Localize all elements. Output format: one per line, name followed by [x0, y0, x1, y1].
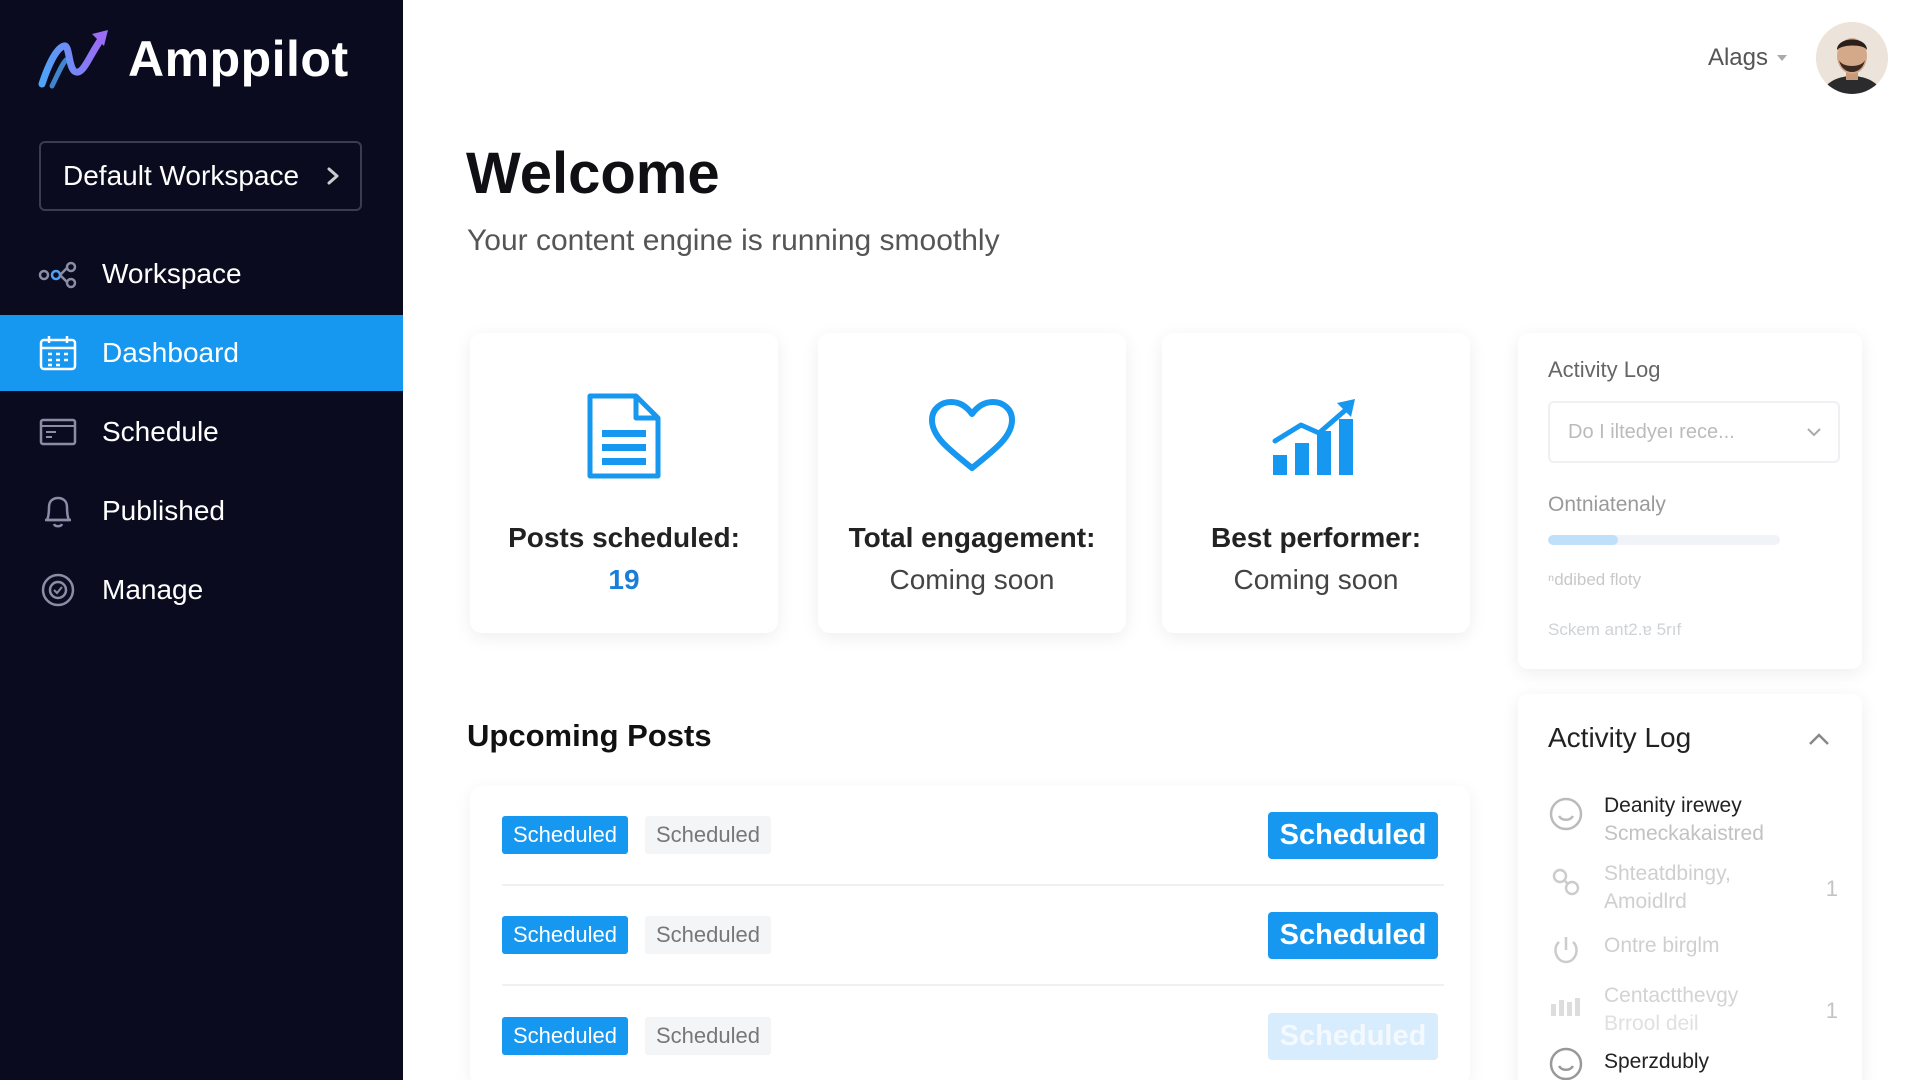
progress-label: Ontniatenaly [1548, 493, 1666, 516]
app-name: Amppilot [128, 31, 349, 87]
sidebar-item-published[interactable]: Published [0, 473, 403, 549]
activity-item[interactable]: Centactthevgy Brrool deil 1 [1548, 984, 1838, 1040]
avatar-image [1816, 22, 1888, 94]
sidebar-item-label: Workspace [102, 258, 242, 289]
activity-count: 1 [1825, 998, 1838, 1023]
sidebar-item-label: Dashboard [102, 337, 239, 368]
workspace-selector[interactable]: Default Workspace [39, 141, 362, 211]
status-badge: Scheduled [644, 916, 771, 954]
links-icon [1552, 868, 1580, 896]
smiley-icon [1549, 1047, 1583, 1080]
heart-icon [818, 388, 1126, 484]
activity-item[interactable]: Deanity irewey Scmeckakaistred [1548, 794, 1838, 850]
activity-item[interactable]: Shteatdbingy, Amoidlrd 1 [1548, 862, 1838, 918]
stat-card-posts-scheduled[interactable]: Posts scheduled: 19 [470, 333, 778, 633]
list-item[interactable]: Scheduled Scheduled Scheduled [502, 986, 1444, 1080]
sidebar-nav: Workspace Dashboard Schedule Published M… [0, 236, 403, 631]
list-item[interactable]: Scheduled Scheduled Scheduled [502, 786, 1444, 886]
stat-title: Best performer: [1210, 522, 1422, 553]
page-title: Welcome [466, 141, 720, 206]
activity-item[interactable]: Ontre birglm [1548, 930, 1838, 970]
document-icon [470, 388, 778, 484]
activity-log-panel: Activity Log Deanity irewey Scmeckakaist… [1518, 694, 1862, 1080]
user-menu-trigger[interactable]: Alags [1708, 44, 1788, 72]
activity-subtitle: Amoidlrd [1604, 890, 1687, 913]
logo-icon [38, 30, 108, 89]
scheduled-button[interactable]: Scheduled [1268, 1012, 1438, 1060]
scheduled-button[interactable]: Scheduled [1268, 811, 1438, 859]
avatar[interactable] [1816, 22, 1888, 94]
status-badge: Scheduled [502, 916, 628, 954]
status-badge: Scheduled [644, 816, 771, 854]
panel-title: Activity Log [1548, 722, 1692, 753]
status-badge: Scheduled [502, 1017, 628, 1055]
scheduled-button[interactable]: Scheduled [1268, 911, 1438, 959]
smiley-icon [1549, 797, 1583, 831]
caret-down-icon [1777, 55, 1787, 61]
select-placeholder: Do I iltedyeı rece... [1568, 420, 1735, 443]
nodes-icon [38, 254, 78, 294]
panel-note: ⁿddibed floty [1548, 570, 1642, 589]
sidebar-item-workspace[interactable]: Workspace [0, 236, 403, 312]
calendar-grid-icon [38, 333, 78, 373]
activity-item[interactable]: Sperzdubly [1548, 1044, 1838, 1080]
status-badge: Scheduled [644, 1017, 771, 1055]
activity-subtitle: Scmeckakaistred [1604, 822, 1764, 845]
panel-note: Sckem ant2.ɐ 5rıf [1548, 620, 1682, 639]
bell-icon [38, 491, 78, 531]
stat-card-best-performer[interactable]: Best performer: Coming soon [1162, 333, 1470, 633]
activity-title: Sperzdubly [1604, 1050, 1710, 1073]
activity-subtitle: Brrool deil [1604, 1012, 1699, 1035]
upcoming-posts-list: Scheduled Scheduled Scheduled Scheduled … [470, 786, 1470, 1080]
sidebar-item-manage[interactable]: Manage [0, 552, 403, 628]
sidebar-item-dashboard[interactable]: Dashboard [0, 315, 403, 391]
sidebar-item-label: Published [102, 495, 225, 526]
chevron-up-icon[interactable] [1808, 732, 1830, 746]
stat-card-total-engagement[interactable]: Total engagement: Coming soon [818, 333, 1126, 633]
bar-chart-up-icon [1162, 388, 1470, 484]
activity-title: Deanity irewey [1604, 794, 1742, 817]
activity-title: Ontre birglm [1604, 934, 1720, 957]
activity-filter-panel: Activity Log Do I iltedyeı rece... Ontni… [1518, 333, 1862, 669]
stat-value: Coming soon [1233, 564, 1399, 595]
activity-title: Centactthevgy [1604, 984, 1739, 1007]
sidebar: Amppilot Default Workspace Workspace Das… [0, 0, 403, 1080]
list-item[interactable]: Scheduled Scheduled Scheduled [502, 886, 1444, 986]
bars-icon [1551, 998, 1580, 1016]
sidebar-item-label: Schedule [102, 416, 219, 447]
user-menu: Alags [1708, 22, 1888, 94]
page-subtitle: Your content engine is running smoothly [467, 224, 1000, 257]
progress-bar [1548, 535, 1780, 545]
window-icon [38, 412, 78, 452]
progress-fill [1548, 535, 1618, 545]
upcoming-posts-title: Upcoming Posts [467, 718, 712, 753]
stat-title: Total engagement: [848, 522, 1096, 553]
gear-shield-icon [38, 570, 78, 610]
workspace-selector-label: Default Workspace [63, 160, 300, 191]
power-icon [1554, 937, 1578, 964]
chevron-down-icon [1807, 428, 1821, 437]
stat-value: Coming soon [889, 564, 1055, 595]
activity-title: Shteatdbingy, [1604, 862, 1731, 885]
stat-value: 19 [608, 564, 640, 595]
user-name: Alags [1707, 44, 1768, 71]
sidebar-item-label: Manage [102, 574, 204, 605]
sidebar-item-schedule[interactable]: Schedule [0, 394, 403, 470]
activity-count: 1 [1825, 876, 1838, 901]
status-badge: Scheduled [502, 816, 628, 854]
stat-title: Posts scheduled: [508, 522, 740, 553]
brand[interactable]: Amppilot [38, 24, 349, 94]
panel-title: Activity Log [1548, 357, 1661, 382]
chevron-right-icon [327, 167, 339, 185]
activity-filter-select[interactable]: Do I iltedyeı rece... [1548, 401, 1840, 463]
